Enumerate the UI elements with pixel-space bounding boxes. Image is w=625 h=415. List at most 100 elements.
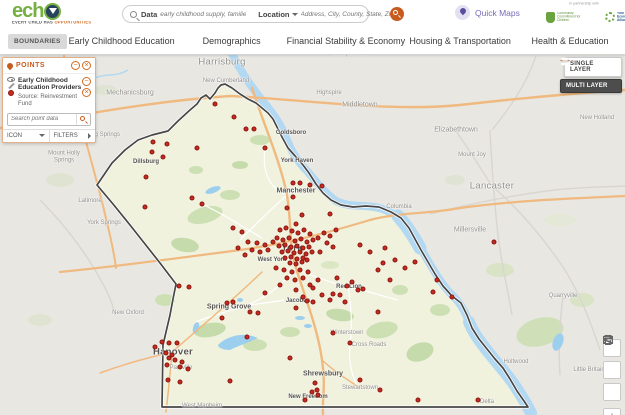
provider-point[interactable] — [232, 115, 237, 120]
provider-point[interactable] — [287, 236, 292, 241]
echo-logo[interactable]: ech EVERY CHILD HAS OPPORTUNITIES — [12, 1, 117, 27]
provider-point[interactable] — [277, 244, 282, 249]
provider-point[interactable] — [258, 250, 263, 255]
provider-point[interactable] — [331, 245, 336, 250]
provider-point[interactable] — [335, 276, 340, 281]
provider-point[interactable] — [231, 300, 236, 305]
provider-point[interactable] — [295, 244, 300, 249]
provider-point[interactable] — [200, 202, 205, 207]
provider-point[interactable] — [305, 299, 310, 304]
provider-point[interactable] — [291, 195, 296, 200]
panel-close-button[interactable]: × — [82, 61, 91, 70]
tab-health-education[interactable]: Health & Education — [515, 36, 625, 46]
provider-point[interactable] — [393, 258, 398, 263]
provider-point[interactable] — [266, 248, 271, 253]
provider-point[interactable] — [311, 300, 316, 305]
provider-point[interactable] — [274, 266, 279, 271]
provider-point[interactable] — [255, 241, 260, 246]
provider-point[interactable] — [285, 276, 290, 281]
provider-point[interactable] — [303, 398, 308, 403]
map-canvas[interactable]: HarrisburgLancasterYorkHanoverMechanicsb… — [0, 55, 625, 415]
provider-point[interactable] — [298, 250, 303, 255]
provider-point[interactable] — [178, 365, 183, 370]
provider-point[interactable] — [290, 270, 295, 275]
provider-point[interactable] — [294, 262, 299, 267]
provider-point[interactable] — [167, 356, 172, 361]
provider-point[interactable] — [240, 230, 245, 235]
provider-point[interactable] — [165, 142, 170, 147]
filters-expander[interactable]: FILTERS — [49, 130, 96, 142]
provider-point[interactable] — [293, 278, 298, 283]
provider-point[interactable] — [282, 268, 287, 273]
provider-point[interactable] — [376, 310, 381, 315]
provider-point[interactable] — [284, 226, 289, 231]
provider-point[interactable] — [256, 311, 261, 316]
provider-point[interactable] — [378, 388, 383, 393]
provider-point[interactable] — [275, 236, 280, 241]
provider-point[interactable] — [271, 240, 276, 245]
provider-point[interactable] — [311, 286, 316, 291]
provider-point[interactable] — [358, 243, 363, 248]
provider-point[interactable] — [316, 393, 321, 398]
boundaries-button[interactable]: BOUNDARIES — [8, 34, 67, 49]
provider-point[interactable] — [244, 127, 249, 132]
provider-point[interactable] — [308, 183, 313, 188]
quick-maps-button[interactable]: Quick Maps — [455, 5, 520, 20]
provider-point[interactable] — [178, 380, 183, 385]
provider-point[interactable] — [153, 345, 158, 350]
provider-point[interactable] — [151, 140, 156, 145]
provider-point[interactable] — [236, 246, 241, 251]
provider-point[interactable] — [299, 237, 304, 242]
provider-point[interactable] — [388, 278, 393, 283]
provider-point[interactable] — [301, 276, 306, 281]
provider-point[interactable] — [160, 340, 165, 345]
provider-point[interactable] — [231, 226, 236, 231]
icon-dropdown[interactable]: ICON — [3, 130, 49, 142]
provider-point[interactable] — [331, 292, 336, 297]
single-layer-button[interactable]: SINGLE LAYER — [564, 57, 622, 77]
provider-point[interactable] — [300, 213, 305, 218]
provider-point[interactable] — [245, 335, 250, 340]
provider-point[interactable] — [294, 288, 299, 293]
provider-point[interactable] — [308, 232, 313, 237]
provider-point[interactable] — [150, 150, 155, 155]
provider-point[interactable] — [435, 278, 440, 283]
provider-point[interactable] — [296, 231, 301, 236]
tab-housing-transportation[interactable]: Housing & Transportation — [405, 36, 515, 46]
provider-point[interactable] — [283, 256, 288, 261]
provider-point[interactable] — [190, 196, 195, 201]
provider-point[interactable] — [278, 283, 283, 288]
location-search-input[interactable] — [301, 11, 390, 18]
provider-point[interactable] — [186, 367, 191, 372]
tab-early-childhood-education[interactable]: Early Childhood Education — [67, 36, 177, 46]
provider-point[interactable] — [225, 301, 230, 306]
provider-point[interactable] — [213, 102, 218, 107]
provider-point[interactable] — [413, 260, 418, 265]
provider-point[interactable] — [288, 261, 293, 266]
provider-point[interactable] — [368, 250, 373, 255]
provider-point[interactable] — [345, 284, 350, 289]
layer-remove-button[interactable]: × — [82, 88, 91, 97]
tab-financial-stability[interactable]: Financial Stability & Economy — [287, 36, 406, 46]
provider-point[interactable] — [263, 146, 268, 151]
provider-point[interactable] — [283, 243, 288, 248]
provider-point[interactable] — [291, 181, 296, 186]
provider-point[interactable] — [246, 240, 251, 245]
provider-point[interactable] — [338, 293, 343, 298]
provider-point[interactable] — [195, 146, 200, 151]
provider-point[interactable] — [416, 398, 421, 403]
tab-demographics[interactable]: Demographics — [177, 36, 287, 46]
provider-point[interactable] — [286, 249, 291, 254]
share-button[interactable] — [603, 361, 621, 379]
provider-point[interactable] — [243, 253, 248, 258]
panel-collapse-button[interactable]: − — [71, 61, 80, 70]
zoom-in-button[interactable]: + — [603, 408, 621, 415]
provider-point[interactable] — [175, 341, 180, 346]
search-submit-button[interactable] — [390, 7, 404, 21]
provider-point[interactable] — [322, 231, 327, 236]
partner-logo-ccc[interactable]: Community Commitment for Children — [546, 8, 605, 26]
provider-point[interactable] — [476, 398, 481, 403]
provider-point[interactable] — [358, 378, 363, 383]
point-search-button[interactable] — [76, 114, 90, 125]
provider-point[interactable] — [167, 341, 172, 346]
